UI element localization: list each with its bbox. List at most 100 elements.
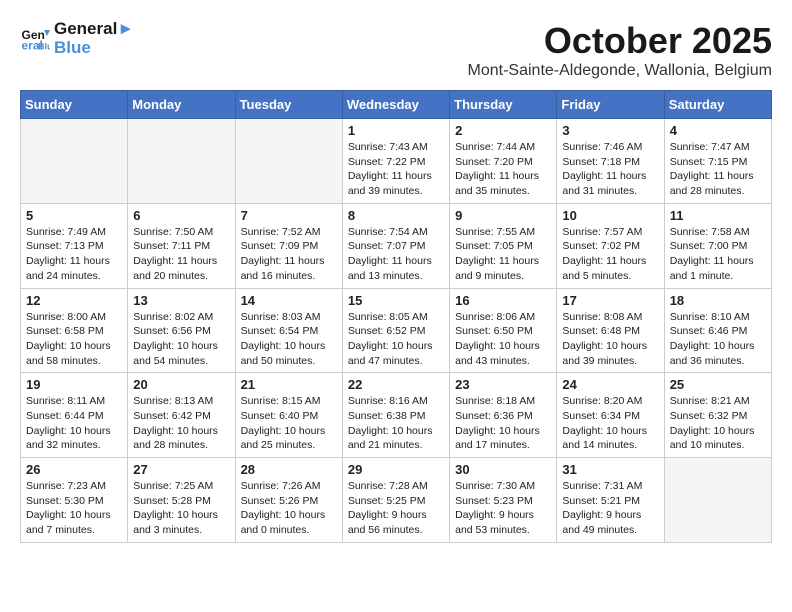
day-info: Sunrise: 8:15 AM Sunset: 6:40 PM Dayligh… (241, 394, 337, 453)
day-info: Sunrise: 7:57 AM Sunset: 7:02 PM Dayligh… (562, 225, 658, 284)
day-number: 7 (241, 208, 337, 223)
day-info: Sunrise: 7:58 AM Sunset: 7:00 PM Dayligh… (670, 225, 766, 284)
day-number: 11 (670, 208, 766, 223)
day-info: Sunrise: 7:49 AM Sunset: 7:13 PM Dayligh… (26, 225, 122, 284)
day-info: Sunrise: 8:10 AM Sunset: 6:46 PM Dayligh… (670, 310, 766, 369)
day-number: 3 (562, 123, 658, 138)
calendar-cell (664, 458, 771, 543)
day-info: Sunrise: 8:21 AM Sunset: 6:32 PM Dayligh… (670, 394, 766, 453)
calendar-cell (128, 119, 235, 204)
calendar-table: SundayMondayTuesdayWednesdayThursdayFrid… (20, 90, 772, 543)
day-info: Sunrise: 8:05 AM Sunset: 6:52 PM Dayligh… (348, 310, 444, 369)
calendar-cell: 7 Sunrise: 7:52 AM Sunset: 7:09 PM Daylig… (235, 203, 342, 288)
day-number: 13 (133, 293, 229, 308)
day-number: 23 (455, 377, 551, 392)
day-info: Sunrise: 8:13 AM Sunset: 6:42 PM Dayligh… (133, 394, 229, 453)
day-number: 21 (241, 377, 337, 392)
calendar-cell (21, 119, 128, 204)
day-info: Sunrise: 7:44 AM Sunset: 7:20 PM Dayligh… (455, 140, 551, 199)
calendar-cell: 12 Sunrise: 8:00 AM Sunset: 6:58 PM Dayli… (21, 288, 128, 373)
calendar-cell: 20 Sunrise: 8:13 AM Sunset: 6:42 PM Dayli… (128, 373, 235, 458)
day-info: Sunrise: 7:47 AM Sunset: 7:15 PM Dayligh… (670, 140, 766, 199)
calendar-cell (235, 119, 342, 204)
calendar-cell: 18Sunrise: 8:10 AM Sunset: 6:46 PM Dayli… (664, 288, 771, 373)
day-number: 19 (26, 377, 122, 392)
day-number: 12 (26, 293, 122, 308)
svg-text:Blue: Blue (38, 41, 50, 51)
weekday-header-wednesday: Wednesday (342, 91, 449, 119)
calendar-cell: 3 Sunrise: 7:46 AM Sunset: 7:18 PM Daylig… (557, 119, 664, 204)
calendar-cell: 15 Sunrise: 8:05 AM Sunset: 6:52 PM Dayli… (342, 288, 449, 373)
day-info: Sunrise: 8:20 AM Sunset: 6:34 PM Dayligh… (562, 394, 658, 453)
day-info: Sunrise: 7:31 AM Sunset: 5:21 PM Dayligh… (562, 479, 658, 538)
day-info: Sunrise: 7:28 AM Sunset: 5:25 PM Dayligh… (348, 479, 444, 538)
day-number: 5 (26, 208, 122, 223)
day-info: Sunrise: 8:02 AM Sunset: 6:56 PM Dayligh… (133, 310, 229, 369)
week-row-2: 5 Sunrise: 7:49 AM Sunset: 7:13 PM Daylig… (21, 203, 772, 288)
day-number: 6 (133, 208, 229, 223)
week-row-3: 12 Sunrise: 8:00 AM Sunset: 6:58 PM Dayli… (21, 288, 772, 373)
calendar-cell: 4 Sunrise: 7:47 AM Sunset: 7:15 PM Daylig… (664, 119, 771, 204)
calendar-cell: 10Sunrise: 7:57 AM Sunset: 7:02 PM Dayli… (557, 203, 664, 288)
day-number: 16 (455, 293, 551, 308)
day-number: 8 (348, 208, 444, 223)
weekday-header-sunday: Sunday (21, 91, 128, 119)
calendar-cell: 26Sunrise: 7:23 AM Sunset: 5:30 PM Dayli… (21, 458, 128, 543)
day-info: Sunrise: 8:06 AM Sunset: 6:50 PM Dayligh… (455, 310, 551, 369)
page-header: Gen eral Blue General► Blue October 2025… (20, 20, 772, 80)
day-number: 30 (455, 462, 551, 477)
weekday-header-tuesday: Tuesday (235, 91, 342, 119)
calendar-cell: 2 Sunrise: 7:44 AM Sunset: 7:20 PM Daylig… (450, 119, 557, 204)
day-info: Sunrise: 8:03 AM Sunset: 6:54 PM Dayligh… (241, 310, 337, 369)
day-info: Sunrise: 7:43 AM Sunset: 7:22 PM Dayligh… (348, 140, 444, 199)
day-number: 31 (562, 462, 658, 477)
day-info: Sunrise: 7:50 AM Sunset: 7:11 PM Dayligh… (133, 225, 229, 284)
logo-text-line2: Blue (54, 39, 134, 58)
week-row-1: 1 Sunrise: 7:43 AM Sunset: 7:22 PM Daylig… (21, 119, 772, 204)
calendar-cell: 28Sunrise: 7:26 AM Sunset: 5:26 PM Dayli… (235, 458, 342, 543)
month-title: October 2025 (468, 20, 772, 62)
day-number: 2 (455, 123, 551, 138)
day-number: 20 (133, 377, 229, 392)
calendar-cell: 30 Sunrise: 7:30 AM Sunset: 5:23 PM Dayli… (450, 458, 557, 543)
day-number: 4 (670, 123, 766, 138)
day-number: 15 (348, 293, 444, 308)
day-number: 25 (670, 377, 766, 392)
calendar-cell: 6 Sunrise: 7:50 AM Sunset: 7:11 PM Daylig… (128, 203, 235, 288)
calendar-cell: 21 Sunrise: 8:15 AM Sunset: 6:40 PM Dayli… (235, 373, 342, 458)
week-row-5: 26Sunrise: 7:23 AM Sunset: 5:30 PM Dayli… (21, 458, 772, 543)
day-info: Sunrise: 7:55 AM Sunset: 7:05 PM Dayligh… (455, 225, 551, 284)
calendar-cell: 23Sunrise: 8:18 AM Sunset: 6:36 PM Dayli… (450, 373, 557, 458)
location-subtitle: Mont-Sainte-Aldegonde, Wallonia, Belgium (468, 62, 772, 80)
calendar-cell: 8 Sunrise: 7:54 AM Sunset: 7:07 PM Daylig… (342, 203, 449, 288)
day-info: Sunrise: 8:11 AM Sunset: 6:44 PM Dayligh… (26, 394, 122, 453)
calendar-cell: 16 Sunrise: 8:06 AM Sunset: 6:50 PM Dayli… (450, 288, 557, 373)
title-section: October 2025 Mont-Sainte-Aldegonde, Wall… (468, 20, 772, 80)
calendar-cell: 27Sunrise: 7:25 AM Sunset: 5:28 PM Dayli… (128, 458, 235, 543)
day-info: Sunrise: 8:00 AM Sunset: 6:58 PM Dayligh… (26, 310, 122, 369)
day-info: Sunrise: 8:16 AM Sunset: 6:38 PM Dayligh… (348, 394, 444, 453)
day-number: 27 (133, 462, 229, 477)
weekday-header-monday: Monday (128, 91, 235, 119)
logo-text-line1: General► (54, 20, 134, 39)
day-info: Sunrise: 7:52 AM Sunset: 7:09 PM Dayligh… (241, 225, 337, 284)
weekday-header-saturday: Saturday (664, 91, 771, 119)
day-info: Sunrise: 7:30 AM Sunset: 5:23 PM Dayligh… (455, 479, 551, 538)
calendar-cell: 25 Sunrise: 8:21 AM Sunset: 6:32 PM Dayli… (664, 373, 771, 458)
day-number: 9 (455, 208, 551, 223)
day-number: 28 (241, 462, 337, 477)
calendar-cell: 5 Sunrise: 7:49 AM Sunset: 7:13 PM Daylig… (21, 203, 128, 288)
day-number: 22 (348, 377, 444, 392)
calendar-cell: 19 Sunrise: 8:11 AM Sunset: 6:44 PM Dayli… (21, 373, 128, 458)
day-number: 1 (348, 123, 444, 138)
day-number: 26 (26, 462, 122, 477)
day-info: Sunrise: 7:54 AM Sunset: 7:07 PM Dayligh… (348, 225, 444, 284)
day-info: Sunrise: 7:46 AM Sunset: 7:18 PM Dayligh… (562, 140, 658, 199)
day-number: 17 (562, 293, 658, 308)
day-number: 14 (241, 293, 337, 308)
weekday-header-thursday: Thursday (450, 91, 557, 119)
calendar-cell: 17 Sunrise: 8:08 AM Sunset: 6:48 PM Dayli… (557, 288, 664, 373)
day-info: Sunrise: 8:08 AM Sunset: 6:48 PM Dayligh… (562, 310, 658, 369)
calendar-cell: 22 Sunrise: 8:16 AM Sunset: 6:38 PM Dayli… (342, 373, 449, 458)
logo-icon: Gen eral Blue (20, 24, 50, 54)
